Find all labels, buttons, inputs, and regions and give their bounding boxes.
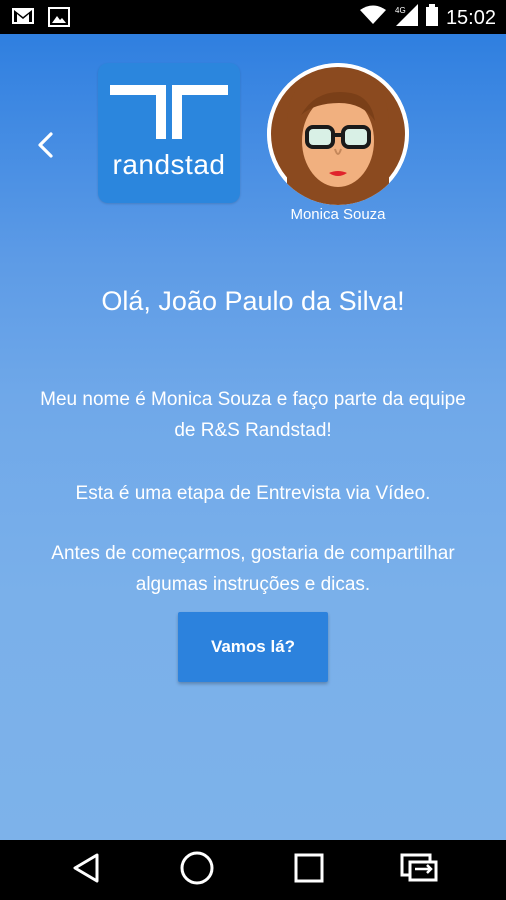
stage-text: Esta é uma etapa de Entrevista via Vídeo… [75, 483, 431, 504]
circle-home-icon [179, 850, 215, 891]
nav-switch-app-button[interactable] [400, 852, 438, 888]
image-icon [48, 7, 70, 32]
nav-back-button[interactable] [68, 852, 104, 888]
navigation-bar [0, 840, 506, 900]
wifi-icon [359, 5, 386, 30]
svg-text:4G: 4G [395, 6, 406, 15]
battery-icon [425, 4, 438, 31]
gmail-icon [12, 7, 34, 32]
back-button[interactable] [28, 130, 62, 164]
randstad-mark-icon [110, 85, 228, 139]
switch-app-icon [400, 853, 438, 888]
square-recents-icon [293, 852, 325, 889]
recruiter-avatar [267, 63, 409, 205]
nav-home-button[interactable] [179, 850, 215, 891]
greeting-heading: Olá, João Paulo da Silva! [101, 286, 405, 316]
recruiter-name: Monica Souza [290, 206, 386, 223]
instructions-text: Antes de começarmos, gostaria de compart… [51, 543, 455, 595]
status-bar: 4G 15:02 [0, 0, 506, 34]
nav-recents-button[interactable] [291, 852, 327, 888]
welcome-screen: randstad Monica Souza Olá, João Paulo da… [0, 34, 506, 840]
clock: 15:02 [445, 6, 496, 29]
signal-4g-icon: 4G [394, 4, 418, 31]
chevron-left-icon [36, 131, 54, 164]
logo-wordmark: randstad [112, 149, 226, 180]
triangle-back-icon [71, 852, 101, 889]
randstad-logo: randstad [98, 63, 240, 203]
start-button[interactable]: Vamos lá? [178, 612, 328, 682]
intro-text: Meu nome é Monica Souza e faço parte da … [40, 389, 466, 441]
